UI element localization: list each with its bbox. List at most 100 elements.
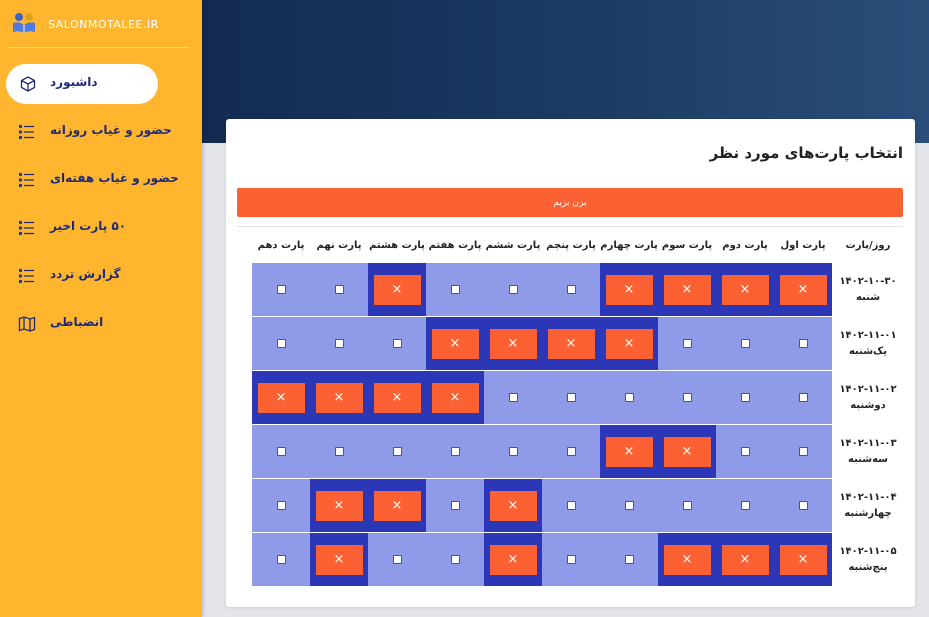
remove-part-button[interactable]: × <box>431 328 479 359</box>
part-checkbox[interactable] <box>508 285 518 294</box>
date-label: ۱۴۰۲-۱۱-۰۵ <box>839 545 897 557</box>
sidebar-item-label: انضباطی <box>50 315 104 329</box>
remove-part-button[interactable]: × <box>663 544 711 575</box>
slot-free <box>426 479 484 532</box>
part-checkbox[interactable] <box>276 447 286 456</box>
remove-part-button[interactable]: × <box>721 544 769 575</box>
slot-free <box>542 263 600 316</box>
slot-booked: × <box>368 479 426 532</box>
remove-part-button[interactable]: × <box>779 544 827 575</box>
slot-free <box>252 479 310 532</box>
sidebar-item-discipline[interactable]: انضباطی <box>0 304 202 344</box>
part-checkbox[interactable] <box>450 285 460 294</box>
day-cell: ۱۴۰۲-۱۱-۰۲ دوشنبه <box>832 371 904 424</box>
slot-free <box>658 479 716 532</box>
part-checkbox[interactable] <box>276 555 286 564</box>
sidebar-item-label: حضور و غیاب هفته‌ای <box>50 171 179 185</box>
column-header: پارت سوم <box>661 239 713 251</box>
slot-booked: × <box>484 479 542 532</box>
remove-part-button[interactable]: × <box>663 274 711 305</box>
part-checkbox[interactable] <box>276 285 286 294</box>
part-checkbox[interactable] <box>450 555 460 564</box>
remove-part-button[interactable]: × <box>315 382 363 413</box>
day-cell: ۱۴۰۲-۱۱-۰۱ یک‌شنبه <box>832 317 904 370</box>
part-checkbox[interactable] <box>334 285 344 294</box>
remove-part-button[interactable]: × <box>489 544 537 575</box>
submit-button[interactable]: بزن بریم <box>237 188 903 217</box>
weekday-label: دوشنبه <box>850 399 886 411</box>
part-checkbox[interactable] <box>566 555 576 564</box>
slot-booked: × <box>658 425 716 478</box>
part-checkbox[interactable] <box>508 393 518 402</box>
part-checkbox[interactable] <box>566 447 576 456</box>
remove-part-button[interactable]: × <box>373 490 421 521</box>
part-checkbox[interactable] <box>450 501 460 510</box>
remove-part-button[interactable]: × <box>315 544 363 575</box>
remove-part-button[interactable]: × <box>431 382 479 413</box>
part-checkbox[interactable] <box>392 447 402 456</box>
sidebar-item-recent-parts[interactable]: ۵۰ پارت اخیر <box>0 208 202 248</box>
part-checkbox[interactable] <box>682 501 692 510</box>
sidebar-item-traffic-report[interactable]: گزارش تردد <box>0 256 202 296</box>
slot-free <box>716 371 774 424</box>
part-checkbox[interactable] <box>624 501 634 510</box>
remove-part-button[interactable]: × <box>547 328 595 359</box>
sidebar-item-label: حضور و غیاب روزانه <box>50 123 172 137</box>
date-label: ۱۴۰۲-۱۱-۰۴ <box>839 491 897 503</box>
part-checkbox[interactable] <box>392 555 402 564</box>
slot-free <box>484 425 542 478</box>
list-icon <box>18 268 34 284</box>
slot-booked: × <box>426 371 484 424</box>
slot-free <box>310 263 368 316</box>
sidebar-item-daily-attendance[interactable]: حضور و غیاب روزانه <box>0 112 202 152</box>
slot-free <box>426 425 484 478</box>
weekday-label: سه‌شنبه <box>848 453 888 465</box>
sidebar-item-dashboard[interactable]: داشبورد <box>6 64 158 104</box>
part-checkbox[interactable] <box>334 339 344 348</box>
remove-part-button[interactable]: × <box>605 274 653 305</box>
brand[interactable]: SALONMOTALEE.IR <box>10 10 159 38</box>
column-header: پارت دهم <box>257 239 305 251</box>
part-checkbox[interactable] <box>624 555 634 564</box>
slot-free <box>542 425 600 478</box>
part-checkbox[interactable] <box>740 447 750 456</box>
part-checkbox[interactable] <box>682 393 692 402</box>
part-checkbox[interactable] <box>682 339 692 348</box>
part-checkbox[interactable] <box>798 393 808 402</box>
part-checkbox[interactable] <box>276 339 286 348</box>
part-checkbox[interactable] <box>566 393 576 402</box>
sidebar-item-weekly-attendance[interactable]: حضور و غیاب هفته‌ای <box>0 160 202 200</box>
part-checkbox[interactable] <box>392 339 402 348</box>
remove-part-button[interactable]: × <box>605 436 653 467</box>
table-row: ۱۴۰۲-۱۰-۳۰ شنبه × × × × × <box>250 263 904 316</box>
remove-part-button[interactable]: × <box>779 274 827 305</box>
remove-part-button[interactable]: × <box>605 328 653 359</box>
part-checkbox[interactable] <box>740 501 750 510</box>
part-checkbox[interactable] <box>798 447 808 456</box>
part-checkbox[interactable] <box>624 393 634 402</box>
part-checkbox[interactable] <box>276 501 286 510</box>
remove-part-button[interactable]: × <box>373 382 421 413</box>
part-checkbox[interactable] <box>334 447 344 456</box>
part-checkbox[interactable] <box>566 501 576 510</box>
slot-booked: × <box>484 317 542 370</box>
part-checkbox[interactable] <box>566 285 576 294</box>
part-checkbox[interactable] <box>740 339 750 348</box>
part-checkbox[interactable] <box>740 393 750 402</box>
remove-part-button[interactable]: × <box>489 328 537 359</box>
remove-part-button[interactable]: × <box>315 490 363 521</box>
slot-free <box>658 317 716 370</box>
slot-booked: × <box>600 317 658 370</box>
slot-free <box>716 479 774 532</box>
part-checkbox[interactable] <box>798 339 808 348</box>
slot-free <box>252 317 310 370</box>
part-checkbox[interactable] <box>798 501 808 510</box>
part-checkbox[interactable] <box>450 447 460 456</box>
table-header-row: روز/پارت پارت اول پارت دوم پارت سوم پارت… <box>250 227 904 263</box>
remove-part-button[interactable]: × <box>257 382 305 413</box>
part-checkbox[interactable] <box>508 447 518 456</box>
remove-part-button[interactable]: × <box>373 274 421 305</box>
remove-part-button[interactable]: × <box>721 274 769 305</box>
remove-part-button[interactable]: × <box>663 436 711 467</box>
remove-part-button[interactable]: × <box>489 490 537 521</box>
